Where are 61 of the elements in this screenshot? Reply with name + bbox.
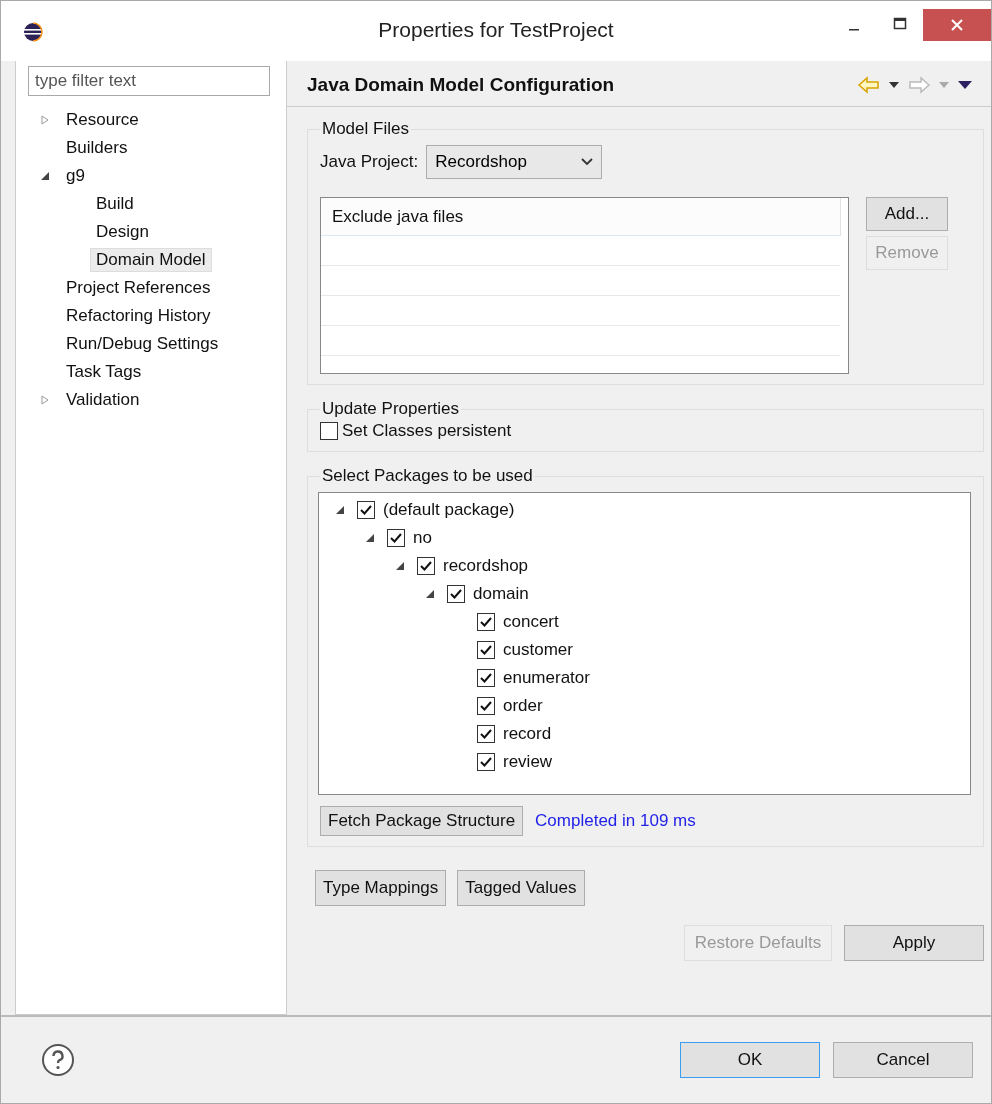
package-name: domain: [473, 584, 529, 604]
dropdown-caret-icon[interactable]: [888, 80, 900, 89]
tree-item[interactable]: Run/Debug Settings: [60, 332, 225, 356]
checkbox[interactable]: [477, 613, 495, 631]
view-menu-icon[interactable]: [957, 79, 973, 90]
field-label: Java Project:: [320, 152, 419, 172]
filter-field[interactable]: type filter text: [28, 66, 270, 96]
checkbox[interactable]: [477, 641, 495, 659]
package-name: review: [503, 752, 553, 772]
tree-item[interactable]: Task Tags: [60, 360, 148, 384]
group-title: Select Packages to be used: [321, 466, 534, 486]
package-name: (default package): [383, 500, 515, 520]
checkbox[interactable]: [320, 422, 338, 440]
package-name: enumerator: [503, 668, 590, 688]
checkbox[interactable]: [477, 669, 495, 687]
help-icon[interactable]: [41, 1043, 75, 1077]
window-title: Properties for TestProject: [378, 18, 614, 42]
group-title: Update Properties: [321, 399, 461, 419]
collapse-arrow-icon[interactable]: [425, 589, 435, 599]
checkbox[interactable]: [477, 725, 495, 743]
tree-item[interactable]: Refactoring History: [60, 304, 217, 328]
settings-button[interactable]: Type Mappings: [315, 870, 447, 906]
tree-item[interactable]: Design: [90, 220, 155, 244]
tree-item[interactable]: Build: [90, 192, 140, 216]
collapse-arrow-icon[interactable]: [335, 505, 345, 515]
status-text: Completed in 109 ms: [535, 811, 696, 831]
checkbox[interactable]: [477, 697, 495, 715]
table-button[interactable]: Add...: [866, 197, 948, 231]
chevron-down-icon: [581, 158, 594, 166]
package-name: customer: [503, 640, 573, 660]
package-name: no: [413, 528, 432, 548]
package-name: order: [503, 696, 543, 716]
checkbox-label: Set Classes persistent: [342, 421, 512, 441]
tree-item[interactable]: Builders: [60, 136, 134, 160]
checkbox[interactable]: [387, 529, 405, 547]
tree-item[interactable]: Domain Model: [90, 248, 212, 272]
package-name: recordshop: [443, 556, 529, 576]
tree-item[interactable]: Resource: [60, 108, 145, 132]
collapse-arrow-icon[interactable]: [395, 561, 405, 571]
settings-button[interactable]: Tagged Values: [457, 870, 585, 906]
package-name: concert: [503, 612, 559, 632]
tree-item[interactable]: Validation: [60, 388, 146, 412]
checkbox[interactable]: [447, 585, 465, 603]
app-logo-icon: [23, 22, 43, 42]
tree-item[interactable]: g9: [60, 164, 91, 188]
page-title: Java Domain Model Configuration: [307, 73, 615, 96]
close-icon[interactable]: [923, 9, 991, 41]
checkbox[interactable]: [417, 557, 435, 575]
group-title: Model Files: [321, 119, 410, 139]
collapse-arrow-icon[interactable]: [40, 171, 50, 181]
page-button[interactable]: Apply: [844, 925, 984, 961]
checkbox[interactable]: [477, 753, 495, 771]
dialog-button[interactable]: OK: [680, 1042, 820, 1078]
tree-item[interactable]: Project References: [60, 276, 217, 300]
project-dropdown[interactable]: Recordshop: [426, 145, 603, 179]
checkbox[interactable]: [357, 501, 375, 519]
fetch-button[interactable]: Fetch Package Structure: [320, 806, 524, 836]
column-header[interactable]: Exclude java files: [321, 198, 841, 236]
collapse-arrow-icon[interactable]: [365, 533, 375, 543]
dialog-button[interactable]: Cancel: [833, 1042, 973, 1078]
package-name: record: [503, 724, 552, 744]
